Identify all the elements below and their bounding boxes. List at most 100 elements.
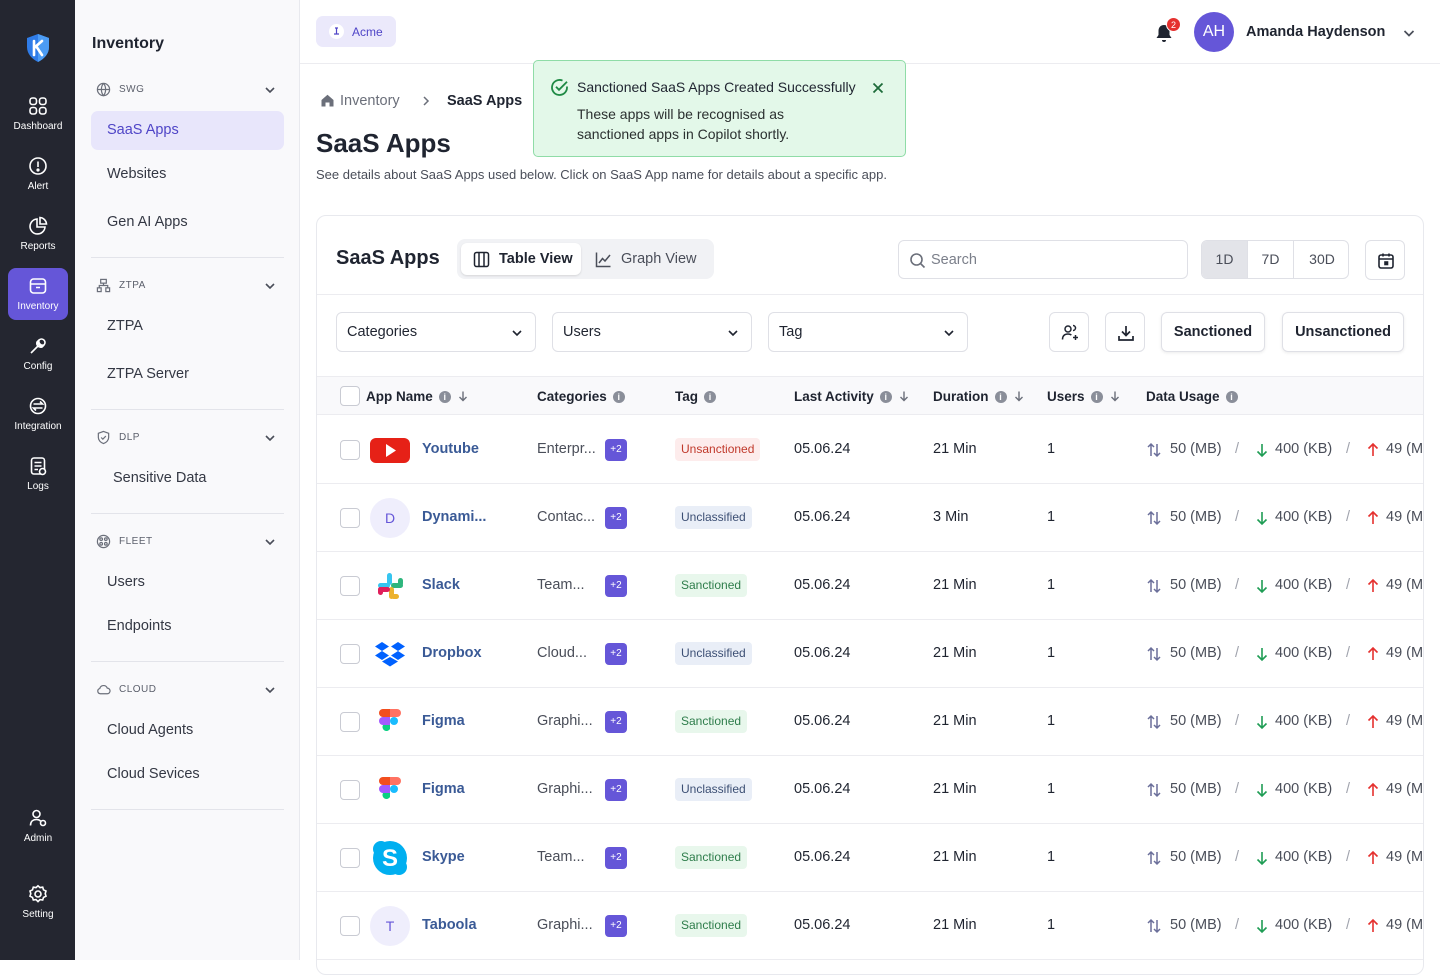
section-header-dlp[interactable]: DLP <box>91 426 284 450</box>
header-last-activity[interactable]: Last Activity i <box>794 389 910 404</box>
check-circle-icon <box>551 79 568 96</box>
app-name-link[interactable]: Dropbox <box>422 645 482 661</box>
section-header-swg[interactable]: SWG <box>91 78 284 102</box>
chevron-down-icon[interactable] <box>1402 26 1416 40</box>
rail-logs[interactable]: Logs <box>8 448 68 500</box>
table-row[interactable]: Slack Team... +2 Sanctioned 05.06.24 21 Min 1 5… <box>317 552 1423 620</box>
range-7d[interactable]: 7D <box>1248 241 1294 278</box>
info-icon: i <box>879 391 892 403</box>
more-categories-badge[interactable]: +2 <box>605 779 627 801</box>
more-categories-badge[interactable]: +2 <box>605 507 627 529</box>
menu-item-saas-apps[interactable]: SaaS Apps <box>91 111 284 150</box>
rail-admin[interactable]: Admin <box>8 800 68 852</box>
rail-alert[interactable]: Alert <box>8 148 68 200</box>
table-row[interactable]: Dropbox Cloud... +2 Unclassified 05.06.24 21 … <box>317 620 1423 688</box>
rail-config[interactable]: Config <box>8 328 68 380</box>
table-row[interactable]: T Taboola Graphi... +2 Sanctioned 05.06.24 21 … <box>317 892 1423 960</box>
rail-reports[interactable]: Reports <box>8 208 68 260</box>
graph-view-button[interactable]: Graph View <box>583 243 709 275</box>
more-categories-badge[interactable]: +2 <box>605 915 627 937</box>
row-checkbox[interactable] <box>340 916 360 936</box>
section-header-ztpa[interactable]: ZTPA <box>91 274 284 298</box>
search-input[interactable] <box>931 250 1171 270</box>
menu-divider <box>91 409 284 410</box>
menu-item-gen-ai-apps[interactable]: Gen AI Apps <box>91 203 284 242</box>
breadcrumb-inventory[interactable]: Inventory <box>340 93 400 109</box>
more-categories-badge[interactable]: +2 <box>605 847 627 869</box>
menu-item-endpoints[interactable]: Endpoints <box>91 607 284 646</box>
categories-dropdown[interactable]: Categories <box>336 312 536 352</box>
rail-integration[interactable]: Integration <box>8 388 68 440</box>
row-checkbox[interactable] <box>340 780 360 800</box>
rail-inventory[interactable]: Inventory <box>8 268 68 320</box>
range-30d[interactable]: 30D <box>1294 241 1348 278</box>
menu-item-ztpa-server[interactable]: ZTPA Server <box>91 355 284 394</box>
sort-down-icon[interactable] <box>1013 390 1025 402</box>
app-name-link[interactable]: Slack <box>422 577 460 593</box>
sanctioned-button[interactable]: Sanctioned <box>1161 312 1265 352</box>
total-usage: 50 (MB) <box>1170 441 1222 457</box>
app-name-link[interactable]: Figma <box>422 781 465 797</box>
download-button[interactable] <box>1105 312 1145 352</box>
header-duration[interactable]: Duration i <box>933 389 1025 404</box>
row-checkbox[interactable] <box>340 576 360 596</box>
menu-item-ztpa[interactable]: ZTPA <box>91 307 284 346</box>
arrow-up-icon <box>1367 782 1379 796</box>
info-icon: i <box>438 391 451 403</box>
table-row[interactable]: Youtube Enterpr... +2 Unsanctioned 05.06.24 2… <box>317 416 1423 484</box>
chevron-down-icon <box>728 330 738 337</box>
more-categories-badge[interactable]: +2 <box>605 575 627 597</box>
chevron-down-icon <box>265 687 275 694</box>
section-header-fleet[interactable]: FLEET <box>91 530 284 554</box>
table-view-button[interactable]: Table View <box>461 243 581 275</box>
menu-item-sensitive-data[interactable]: Sensitive Data <box>91 459 284 498</box>
header-users[interactable]: Users i <box>1047 389 1121 404</box>
range-1d[interactable]: 1D <box>1202 241 1248 278</box>
app-name-link[interactable]: Dynami... <box>422 509 486 525</box>
users-dropdown[interactable]: Users <box>552 312 752 352</box>
user-name[interactable]: Amanda Haydenson <box>1246 24 1385 40</box>
last-activity: 05.06.24 <box>794 781 851 797</box>
more-categories-badge[interactable]: +2 <box>605 711 627 733</box>
row-checkbox[interactable] <box>340 848 360 868</box>
more-categories-badge[interactable]: +2 <box>605 439 627 461</box>
data-usage: 50 (MB) / 400 (KB) / 49 (M <box>1146 576 1423 596</box>
tag-dropdown[interactable]: Tag <box>768 312 968 352</box>
menu-item-cloud-services[interactable]: Cloud Sevices <box>91 755 284 794</box>
up-down-arrows-icon <box>1147 850 1161 866</box>
table-row[interactable]: S Skype Team... +2 Sanctioned 05.06.24 21 Min 1… <box>317 824 1423 892</box>
data-usage: 50 (MB) / 400 (KB) / 49 (M <box>1146 712 1423 732</box>
calendar-button[interactable] <box>1365 240 1405 280</box>
org-switcher[interactable]: Acme <box>316 16 396 47</box>
sort-down-icon[interactable] <box>457 390 469 402</box>
unsanctioned-button[interactable]: Unsanctioned <box>1282 312 1404 352</box>
rail-dashboard[interactable]: Dashboard <box>8 88 68 140</box>
table-row[interactable]: Figma Graphi... +2 Unclassified 05.06.24 21 M… <box>317 756 1423 824</box>
download-usage: 400 (KB) <box>1275 577 1333 593</box>
menu-item-users[interactable]: Users <box>91 563 284 602</box>
menu-item-websites[interactable]: Websites <box>91 155 284 194</box>
rail-label: Integration <box>14 421 62 432</box>
close-icon[interactable] <box>871 81 885 95</box>
menu-item-cloud-agents[interactable]: Cloud Agents <box>91 711 284 750</box>
app-name-link[interactable]: Figma <box>422 713 465 729</box>
row-checkbox[interactable] <box>340 712 360 732</box>
table-row[interactable]: Figma Graphi... +2 Sanctioned 05.06.24 21 Min… <box>317 688 1423 756</box>
assign-users-button[interactable] <box>1049 312 1089 352</box>
table-row[interactable]: D Dynami... Contac... +2 Unclassified 05.06.2… <box>317 484 1423 552</box>
app-name-link[interactable]: Taboola <box>422 917 477 933</box>
rail-setting[interactable]: Setting <box>8 876 68 928</box>
more-categories-badge[interactable]: +2 <box>605 643 627 665</box>
app-name-link[interactable]: Skype <box>422 849 465 865</box>
sort-down-icon[interactable] <box>898 390 910 402</box>
select-all-checkbox[interactable] <box>340 386 360 406</box>
app-name-link[interactable]: Youtube <box>422 441 479 457</box>
row-checkbox[interactable] <box>340 440 360 460</box>
section-header-cloud[interactable]: CLOUD <box>91 678 284 702</box>
row-checkbox[interactable] <box>340 508 360 528</box>
row-checkbox[interactable] <box>340 644 360 664</box>
total-usage: 50 (MB) <box>1170 713 1222 729</box>
header-app-name[interactable]: App Name i <box>366 389 469 404</box>
sort-down-icon[interactable] <box>1109 390 1121 402</box>
avatar[interactable]: AH <box>1194 12 1234 52</box>
